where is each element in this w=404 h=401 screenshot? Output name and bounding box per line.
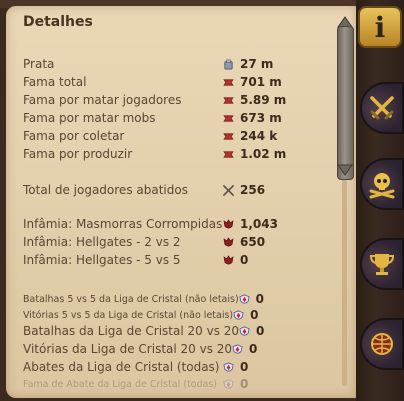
stat-number: 244 k bbox=[240, 129, 278, 143]
crystal-shield-icon bbox=[239, 293, 250, 305]
stat-value: 0 bbox=[233, 308, 313, 322]
info-button[interactable]: i bbox=[358, 6, 402, 48]
crossed-swords-icon bbox=[223, 184, 234, 196]
stat-label: Batalhas da Liga de Cristal 20 vs 20 bbox=[23, 324, 240, 338]
stat-row: Prata 27 m bbox=[23, 55, 313, 73]
scrollbar[interactable] bbox=[336, 16, 354, 396]
stat-label: Vitórias 5 vs 5 da Liga de Cristal (não … bbox=[23, 309, 234, 321]
panel-title: Detalhes bbox=[23, 14, 93, 30]
stat-label: Vitórias da Liga de Cristal 20 vs 20 bbox=[23, 342, 233, 356]
stat-row: Batalhas da Liga de Cristal 20 vs 20 0 bbox=[23, 322, 313, 340]
fame-icon bbox=[223, 77, 234, 88]
stat-number: 0 bbox=[240, 377, 249, 391]
stat-value: 673 m bbox=[223, 111, 313, 125]
skull-crossbones-icon bbox=[369, 173, 395, 199]
stat-label: Infâmia: Hellgates - 5 vs 5 bbox=[23, 253, 181, 267]
stat-number: 5.89 m bbox=[240, 93, 287, 107]
stat-row: Infâmia: Masmorras Corrompidas 1,043 bbox=[23, 215, 313, 233]
stat-value: 0 bbox=[223, 360, 313, 374]
stat-number: 0 bbox=[255, 292, 265, 306]
stat-label: Fama por matar mobs bbox=[23, 111, 156, 125]
crossed-swords-icon bbox=[370, 96, 394, 120]
stat-label: Fama por matar jogadores bbox=[23, 93, 182, 107]
stat-row: Infâmia: Hellgates - 2 vs 2 650 bbox=[23, 233, 313, 251]
globe-icon bbox=[371, 333, 393, 355]
stat-number: 27 m bbox=[240, 57, 274, 71]
stat-row: Fama por produzir 1.02 m bbox=[23, 145, 313, 163]
stat-label: Infâmia: Masmorras Corrompidas bbox=[23, 217, 223, 231]
fame-icon bbox=[223, 149, 234, 160]
stat-label: Prata bbox=[23, 57, 55, 71]
info-icon: i bbox=[374, 10, 386, 44]
stat-number: 0 bbox=[240, 253, 249, 267]
stat-label: Abates da Liga de Cristal (todas) bbox=[23, 360, 220, 374]
stat-number: 1,043 bbox=[240, 217, 278, 231]
infamy-icon bbox=[223, 254, 234, 266]
fame-icon bbox=[223, 113, 234, 124]
combat-tab[interactable] bbox=[360, 82, 404, 134]
stat-label: Fama total bbox=[23, 75, 87, 89]
ranking-tab[interactable] bbox=[360, 238, 404, 290]
stat-label: Fama por coletar bbox=[23, 129, 125, 143]
stat-number: 0 bbox=[250, 308, 259, 322]
stat-row: Abates da Liga de Cristal (todas) 0 bbox=[23, 358, 313, 376]
stat-value: 0 bbox=[232, 342, 313, 356]
trophy-icon bbox=[369, 254, 395, 275]
stat-row: Fama de Abate da Liga de Cristal (todas)… bbox=[23, 375, 313, 393]
stat-number: 701 m bbox=[240, 75, 282, 89]
crystal-shield-icon bbox=[223, 378, 234, 390]
silver-coin-icon bbox=[223, 59, 234, 70]
stat-number: 0 bbox=[249, 342, 258, 356]
stat-number: 256 bbox=[240, 183, 266, 197]
stat-value: 5.89 m bbox=[223, 93, 313, 107]
stat-value: 256 bbox=[223, 183, 313, 197]
stat-row: Total de jogadores abatidos 256 bbox=[23, 181, 313, 199]
stat-value: 650 bbox=[223, 235, 313, 249]
stat-row: Fama por matar jogadores 5.89 m bbox=[23, 91, 313, 109]
details-panel: Detalhes Prata 27 m Fama total 701 m Fama po… bbox=[6, 6, 356, 398]
stat-value: 1.02 m bbox=[223, 147, 313, 161]
stat-value: 0 bbox=[223, 377, 313, 391]
stat-value: 27 m bbox=[223, 57, 313, 71]
stat-row: Fama por matar mobs 673 m bbox=[23, 109, 313, 127]
crystal-shield-icon bbox=[223, 361, 234, 373]
stat-label: Total de jogadores abatidos bbox=[23, 183, 188, 197]
stat-row: Vitórias da Liga de Cristal 20 vs 20 0 bbox=[23, 340, 313, 358]
stat-row: Infâmia: Hellgates - 5 vs 5 0 bbox=[23, 251, 313, 269]
stat-value: 0 bbox=[239, 324, 313, 338]
fame-icon bbox=[223, 131, 234, 142]
stat-number: 673 m bbox=[240, 111, 282, 125]
pvp-tab[interactable] bbox=[360, 158, 404, 210]
crystal-shield-icon bbox=[232, 343, 243, 355]
fame-icon bbox=[223, 95, 234, 106]
stat-number: 0 bbox=[240, 360, 249, 374]
crystal-shield-icon bbox=[239, 325, 250, 337]
infamy-icon bbox=[223, 218, 234, 230]
stat-label: Batalhas 5 vs 5 da Liga de Cristal (não … bbox=[23, 293, 239, 305]
stat-label: Infâmia: Hellgates - 2 vs 2 bbox=[23, 235, 181, 249]
scrollbar-thumb[interactable] bbox=[337, 26, 354, 180]
stat-row: Fama total 701 m bbox=[23, 73, 313, 91]
stat-number: 650 bbox=[240, 235, 266, 249]
stat-number: 1.02 m bbox=[240, 147, 287, 161]
infamy-icon bbox=[223, 236, 234, 248]
stat-value: 244 k bbox=[223, 129, 313, 143]
stat-value: 0 bbox=[223, 253, 313, 267]
stat-value: 701 m bbox=[223, 75, 313, 89]
stat-value: 0 bbox=[239, 292, 313, 306]
scroll-down-arrow-icon[interactable] bbox=[337, 164, 353, 176]
stat-label: Fama por produzir bbox=[23, 147, 133, 161]
stat-row: Fama por coletar 244 k bbox=[23, 127, 313, 145]
stat-number: 0 bbox=[256, 324, 265, 338]
stat-value: 1,043 bbox=[223, 217, 313, 231]
guild-tab[interactable] bbox=[360, 318, 404, 370]
crystal-shield-icon bbox=[233, 309, 244, 321]
stat-label: Fama de Abate da Liga de Cristal (todas) bbox=[23, 378, 217, 390]
